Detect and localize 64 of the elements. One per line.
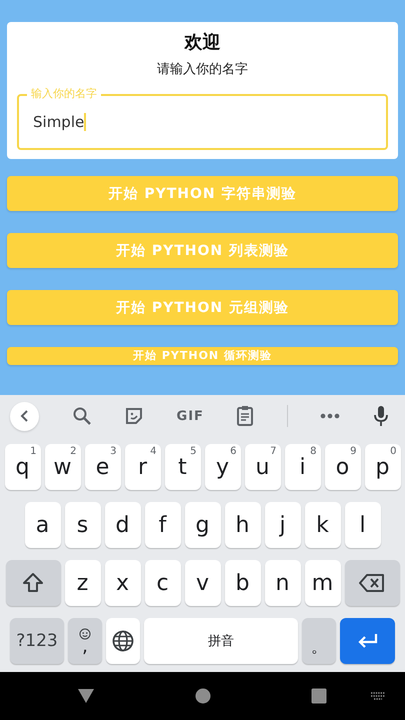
key[interactable]: f [144,502,180,548]
key[interactable]: j [264,502,300,548]
shift-key[interactable] [6,560,60,606]
clipboard-icon[interactable] [236,405,254,427]
chevron-icon [18,410,30,422]
enter-key[interactable] [340,618,395,664]
backspace-key[interactable] [344,560,400,606]
key[interactable]: h [224,502,260,548]
period-key[interactable]: 。 [302,618,336,664]
key[interactable]: v [184,560,220,606]
space-key[interactable]: 拼音 [144,618,298,664]
welcome-title: 欢迎 [184,31,220,55]
key[interactable]: a [24,502,60,548]
microphone-icon[interactable] [373,405,389,427]
key[interactable]: m [304,560,340,606]
key[interactable]: i 8 [284,444,320,490]
key[interactable]: k [304,502,340,548]
key[interactable]: s [64,502,100,548]
back-icon[interactable] [77,688,95,704]
prompt-text: 请输入你的名字 [157,62,248,78]
key-hint: 6 [230,446,236,457]
key-hint: 4 [150,446,156,457]
back-button[interactable] [10,402,39,430]
search-icon[interactable] [72,406,92,426]
key[interactable]: p 0 [364,444,400,490]
gif-button[interactable]: GIF [176,408,204,424]
key-hint: 2 [70,446,76,457]
language-key[interactable] [106,618,140,664]
sticker-icon[interactable] [124,406,144,426]
shift-icon [22,572,44,594]
key[interactable]: n [264,560,300,606]
key[interactable]: y 6 [204,444,240,490]
key[interactable]: d [104,502,140,548]
symbols-key[interactable]: ?123 [10,618,64,664]
field-label: 输入你的名字 [27,87,101,100]
key-hint: 0 [390,446,396,457]
key-hint: 7 [270,446,276,457]
home-icon[interactable] [195,688,211,704]
comma-key[interactable]: , [68,618,102,664]
smiley-icon [79,628,91,640]
keyboard-icon[interactable] [370,691,386,701]
key[interactable]: u 7 [244,444,280,490]
key-hint: 5 [190,446,196,457]
key[interactable]: e 3 [84,444,120,490]
recents-icon[interactable] [311,688,327,704]
key-hint: 3 [110,446,116,457]
key[interactable]: q 1 [4,444,40,490]
key[interactable]: g [184,502,220,548]
key[interactable]: t 5 [164,444,200,490]
key[interactable]: w 2 [44,444,80,490]
key-hint: 8 [310,446,316,457]
key[interactable]: x [104,560,140,606]
key[interactable]: b [224,560,260,606]
key[interactable]: c [144,560,180,606]
more-icon[interactable] [320,413,340,419]
backspace-icon [359,574,385,592]
key[interactable]: z [64,560,100,606]
key[interactable]: o 9 [324,444,360,490]
key[interactable]: r 4 [124,444,160,490]
key-hint: 9 [350,446,356,457]
enter-icon [356,633,378,649]
key-hint: 1 [30,446,36,457]
key[interactable]: l [344,502,380,548]
globe-icon [112,630,134,652]
